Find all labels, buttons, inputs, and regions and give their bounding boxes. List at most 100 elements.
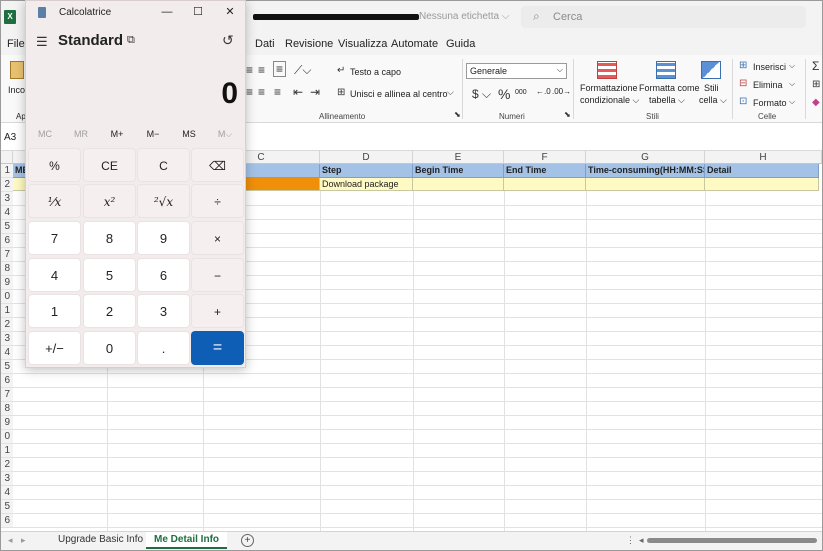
row-header[interactable]: 3: [1, 332, 13, 346]
conditional-formatting-label-2[interactable]: condizionale ⌵: [580, 95, 639, 106]
digit-4-button[interactable]: 4: [28, 258, 81, 292]
row-header[interactable]: 0: [1, 290, 13, 304]
memory-recall-button[interactable]: MR: [66, 129, 96, 139]
keep-on-top-icon[interactable]: ⧉: [127, 34, 135, 47]
name-box[interactable]: A3: [4, 132, 16, 143]
column-header-d[interactable]: D: [320, 151, 413, 164]
align-bottom-icon[interactable]: ≡: [273, 61, 287, 77]
row-header[interactable]: 7: [1, 388, 13, 402]
square-button[interactable]: x²: [83, 184, 136, 218]
column-header-f[interactable]: F: [504, 151, 586, 164]
cell-time-consuming-value[interactable]: [586, 178, 705, 191]
sensitivity-label[interactable]: Nessuna etichetta ⌵: [419, 11, 509, 22]
memory-store-button[interactable]: MS: [174, 129, 204, 139]
cell-detail-header[interactable]: Detail: [705, 164, 819, 178]
tab-automate[interactable]: Automate: [391, 38, 438, 50]
square-root-button[interactable]: ²√x: [137, 184, 190, 218]
orientation-icon[interactable]: ⟋⌵: [294, 63, 312, 78]
digit-6-button[interactable]: 6: [137, 258, 190, 292]
row-header[interactable]: 1: [1, 444, 13, 458]
cell-styles-label-1[interactable]: Stili: [704, 83, 719, 93]
clear-entry-button[interactable]: CE: [83, 148, 136, 182]
row-header[interactable]: 6: [1, 234, 13, 248]
format-cells-icon[interactable]: ⊡: [739, 96, 747, 107]
row-header[interactable]: 1: [1, 164, 13, 178]
cell-detail-value[interactable]: [705, 178, 819, 191]
align-top-icon[interactable]: ≡: [246, 63, 253, 77]
row-header[interactable]: 1: [1, 304, 13, 318]
merge-dropdown-icon[interactable]: ⌵: [447, 87, 454, 98]
add-sheet-icon[interactable]: +: [241, 534, 254, 547]
row-header[interactable]: 4: [1, 206, 13, 220]
row-header[interactable]: 5: [1, 220, 13, 234]
row-header[interactable]: 0: [1, 430, 13, 444]
clear-button[interactable]: C: [137, 148, 190, 182]
row-header[interactable]: 6: [1, 514, 13, 528]
merge-center-icon[interactable]: ⊞: [337, 87, 345, 98]
align-left-icon[interactable]: ≡: [246, 85, 253, 99]
delete-cells-button[interactable]: Elimina: [753, 80, 783, 90]
paste-icon[interactable]: [10, 61, 24, 79]
history-icon[interactable]: ↺: [222, 32, 234, 49]
backspace-button[interactable]: ⌫: [191, 148, 244, 182]
tab-view[interactable]: Visualizza: [338, 38, 387, 50]
equals-button[interactable]: =: [191, 331, 244, 365]
reciprocal-button[interactable]: ¹⁄x: [28, 184, 81, 218]
decimal-button[interactable]: .: [137, 331, 190, 365]
tab-data[interactable]: Dati: [255, 38, 275, 50]
scroll-left-icon[interactable]: ◂: [639, 535, 644, 546]
cell-step-header[interactable]: Step: [320, 164, 413, 178]
increase-decimal-icon[interactable]: ←.0: [536, 87, 551, 96]
prev-sheet-icon[interactable]: ◂: [8, 535, 13, 546]
column-header-g[interactable]: G: [586, 151, 705, 164]
merge-center-button[interactable]: Unisci e allinea al centro: [350, 89, 448, 99]
next-sheet-icon[interactable]: ▸: [21, 535, 26, 546]
align-right-icon[interactable]: ≡: [274, 85, 281, 99]
number-launcher-icon[interactable]: ⬊: [564, 110, 571, 119]
sheet-tab-me-detail-info[interactable]: Me Detail Info: [146, 532, 228, 549]
row-header[interactable]: 2: [1, 318, 13, 332]
row-header[interactable]: 5: [1, 500, 13, 514]
number-format-dropdown[interactable]: Generale ⌵: [466, 63, 567, 79]
row-header[interactable]: 4: [1, 486, 13, 500]
cell-styles-icon[interactable]: [701, 61, 721, 79]
digit-7-button[interactable]: 7: [28, 221, 81, 255]
horizontal-scrollbar[interactable]: [647, 538, 817, 543]
row-header[interactable]: 5: [1, 360, 13, 374]
conditional-formatting-icon[interactable]: [597, 61, 617, 79]
percent-icon[interactable]: %: [498, 86, 510, 102]
maximize-icon[interactable]: ☐: [187, 4, 209, 20]
cell-begin-time-header[interactable]: Begin Time: [413, 164, 504, 178]
row-header[interactable]: 8: [1, 402, 13, 416]
format-as-table-label-2[interactable]: tabella ⌵: [649, 95, 685, 106]
row-header[interactable]: 3: [1, 192, 13, 206]
align-middle-icon[interactable]: ≡: [258, 63, 265, 77]
row-header[interactable]: 2: [1, 458, 13, 472]
digit-3-button[interactable]: 3: [137, 294, 190, 328]
alignment-launcher-icon[interactable]: ⬊: [454, 110, 461, 119]
cell-begin-time-value[interactable]: [413, 178, 504, 191]
row-header[interactable]: 7: [1, 248, 13, 262]
row-header[interactable]: 6: [1, 374, 13, 388]
digit-5-button[interactable]: 5: [83, 258, 136, 292]
wrap-text-button[interactable]: Testo a capo: [350, 67, 401, 77]
column-header-h[interactable]: H: [705, 151, 822, 164]
increase-indent-icon[interactable]: ⇥: [310, 85, 320, 99]
clear-icon[interactable]: ◆: [812, 97, 820, 108]
row-header[interactable]: 3: [1, 472, 13, 486]
close-icon[interactable]: ✕: [219, 4, 241, 20]
add-button[interactable]: +: [191, 294, 244, 328]
insert-cells-button[interactable]: Inserisci: [753, 62, 786, 72]
column-header-e[interactable]: E: [413, 151, 504, 164]
tab-options-icon[interactable]: ⋮: [626, 535, 635, 546]
delete-cells-icon[interactable]: ⊟: [739, 78, 747, 89]
digit-9-button[interactable]: 9: [137, 221, 190, 255]
tab-review[interactable]: Revisione: [285, 38, 333, 50]
memory-clear-button[interactable]: MC: [30, 129, 60, 139]
cell-end-time-header[interactable]: End Time: [504, 164, 586, 178]
format-cells-button[interactable]: Formato: [753, 98, 787, 108]
row-header[interactable]: 4: [1, 346, 13, 360]
insert-cells-icon[interactable]: ⊞: [739, 60, 747, 71]
digit-2-button[interactable]: 2: [83, 294, 136, 328]
cell-time-consuming-header[interactable]: Time-consuming(HH:MM:SS): [586, 164, 705, 178]
